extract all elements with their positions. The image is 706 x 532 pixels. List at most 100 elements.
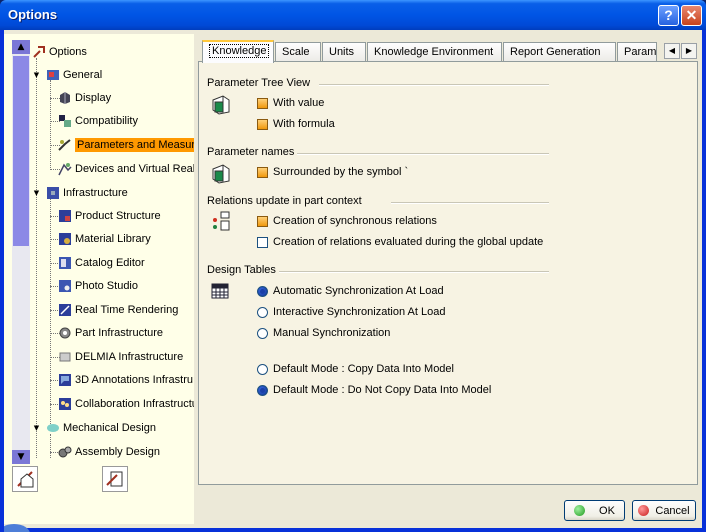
options-dialog: Options ? ✕ ▲ ▼ Options ▼ General Displa…	[0, 0, 706, 532]
tab-scroll-right[interactable]: ▶	[681, 43, 697, 59]
options-tabs-area: Knowledge Scale Units Knowledge Environm…	[198, 40, 700, 488]
group-separator	[297, 153, 549, 155]
design-table-icon	[211, 282, 229, 303]
cancel-button[interactable]: Cancel	[632, 500, 696, 521]
with-value-checkbox[interactable]	[257, 97, 268, 109]
with-value-option[interactable]: With value	[257, 97, 324, 109]
tree-node-display[interactable]: Display	[58, 89, 111, 107]
delmia-icon	[58, 350, 72, 364]
home-tree-button[interactable]	[12, 466, 38, 492]
surrounded-symbol-option[interactable]: Surrounded by the symbol `	[257, 166, 408, 178]
tree-node-product-structure[interactable]: Product Structure	[58, 207, 161, 225]
real-time-rendering-icon	[58, 303, 72, 317]
collaboration-icon	[58, 397, 72, 411]
group-separator	[319, 84, 549, 86]
interactive-sync-option[interactable]: Interactive Synchronization At Load	[257, 306, 445, 318]
tab-scroll-left[interactable]: ◀	[664, 43, 680, 59]
synchronous-relations-checkbox[interactable]	[257, 215, 268, 227]
tree-scrollbar[interactable]: ▲ ▼	[12, 40, 30, 464]
tree-line	[50, 198, 51, 426]
tab-knowledge[interactable]: Knowledge	[202, 40, 274, 63]
options-tree-panel: ▲ ▼ Options ▼ General Display Compatibil…	[4, 34, 194, 524]
display-icon	[58, 91, 72, 105]
tree-line	[50, 80, 51, 170]
tree-node-delmia-infrastructure[interactable]: DELMIA Infrastructure	[58, 348, 183, 366]
tab-strip: Knowledge Scale Units Knowledge Environm…	[198, 40, 698, 63]
tree-node-collaboration[interactable]: Collaboration Infrastructu	[58, 395, 194, 413]
manual-sync-option[interactable]: Manual Synchronization	[257, 327, 390, 339]
group-separator	[391, 202, 549, 204]
with-formula-checkbox[interactable]	[257, 118, 268, 130]
tree-node-assembly-design[interactable]: Assembly Design	[58, 443, 160, 458]
manual-sync-radio[interactable]	[257, 327, 268, 339]
close-button[interactable]: ✕	[681, 5, 702, 26]
catalog-editor-icon	[58, 256, 72, 270]
parameters-icon	[58, 138, 72, 152]
collapse-mechanical-icon[interactable]: ▼	[32, 424, 41, 433]
with-formula-option[interactable]: With formula	[257, 118, 335, 130]
tree-node-infrastructure[interactable]: Infrastructure	[46, 184, 128, 202]
group-title-relations: Relations update in part context	[207, 195, 362, 207]
tree-node-compatibility[interactable]: Compatibility	[58, 112, 138, 130]
copy-data-mode-option[interactable]: Default Mode : Copy Data Into Model	[257, 363, 454, 375]
no-copy-data-mode-radio[interactable]	[257, 384, 268, 396]
cancel-red-icon	[638, 505, 650, 516]
gear-icon	[58, 326, 72, 340]
synchronous-relations-option[interactable]: Creation of synchronous relations	[257, 215, 437, 227]
window-title: Options	[8, 7, 58, 22]
collapse-general-icon[interactable]: ▼	[32, 71, 41, 80]
tree-node-options[interactable]: Options	[32, 43, 87, 61]
tab-parameters-truncated[interactable]: Parame	[617, 42, 657, 62]
annotations-icon	[58, 373, 72, 387]
ok-button[interactable]: OK	[564, 500, 625, 521]
relations-icon	[209, 210, 231, 235]
scroll-up-arrow[interactable]: ▲	[12, 40, 30, 54]
tree-node-material-library[interactable]: Material Library	[58, 230, 151, 248]
copy-data-mode-radio[interactable]	[257, 363, 268, 375]
scroll-thumb[interactable]	[13, 56, 29, 246]
tab-units[interactable]: Units	[322, 42, 366, 62]
title-bar[interactable]: Options ? ✕	[0, 0, 706, 30]
tree-node-general[interactable]: General	[46, 66, 102, 84]
tree-line	[36, 58, 37, 458]
global-update-relations-checkbox[interactable]	[257, 236, 268, 248]
product-structure-icon	[58, 209, 72, 223]
scroll-down-arrow[interactable]: ▼	[12, 450, 30, 464]
tab-report-generation[interactable]: Report Generation	[503, 42, 616, 62]
dialog-client: ▲ ▼ Options ▼ General Display Compatibil…	[0, 30, 702, 532]
options-tools-icon	[32, 45, 46, 59]
tree-node-parameters-and-measure[interactable]: Parameters and Measure	[58, 136, 194, 154]
reset-tree-button[interactable]	[102, 466, 128, 492]
global-update-relations-option[interactable]: Creation of relations evaluated during t…	[257, 236, 543, 248]
tree-node-3d-annotations[interactable]: 3D Annotations Infrastru	[58, 371, 193, 389]
tab-knowledge-environment[interactable]: Knowledge Environment	[367, 42, 502, 62]
home-icon	[17, 471, 34, 488]
surrounded-symbol-checkbox[interactable]	[257, 166, 268, 178]
tree-node-photo-studio[interactable]: Photo Studio	[58, 277, 138, 295]
tree-node-real-time-rendering[interactable]: Real Time Rendering	[58, 301, 178, 319]
tree-tool-icons	[12, 466, 194, 496]
tree-node-part-infrastructure[interactable]: Part Infrastructure	[58, 324, 163, 342]
tree-node-devices[interactable]: Devices and Virtual Realit	[58, 160, 194, 178]
group-title-design-tables: Design Tables	[207, 264, 276, 276]
help-button[interactable]: ?	[658, 5, 679, 26]
auto-sync-radio[interactable]	[257, 285, 268, 297]
general-icon	[46, 68, 60, 82]
ok-green-icon	[574, 505, 586, 516]
assembly-gear-icon	[58, 445, 72, 458]
globe-decoration-icon	[0, 522, 34, 532]
tab-scale[interactable]: Scale	[275, 42, 321, 62]
group-title-tree-view: Parameter Tree View	[207, 77, 311, 89]
tree-node-mechanical-design[interactable]: Mechanical Design	[46, 419, 156, 437]
parameter-tree-icon	[209, 92, 233, 119]
tree-line	[50, 434, 51, 458]
collapse-infrastructure-icon[interactable]: ▼	[32, 189, 41, 198]
auto-sync-option[interactable]: Automatic Synchronization At Load	[257, 285, 444, 297]
no-copy-data-mode-option[interactable]: Default Mode : Do Not Copy Data Into Mod…	[257, 384, 491, 396]
tree-node-catalog-editor[interactable]: Catalog Editor	[58, 254, 145, 272]
document-reset-icon	[106, 471, 123, 487]
interactive-sync-radio[interactable]	[257, 306, 268, 318]
group-separator	[279, 271, 549, 273]
devices-icon	[58, 162, 72, 176]
infrastructure-icon	[46, 186, 60, 200]
